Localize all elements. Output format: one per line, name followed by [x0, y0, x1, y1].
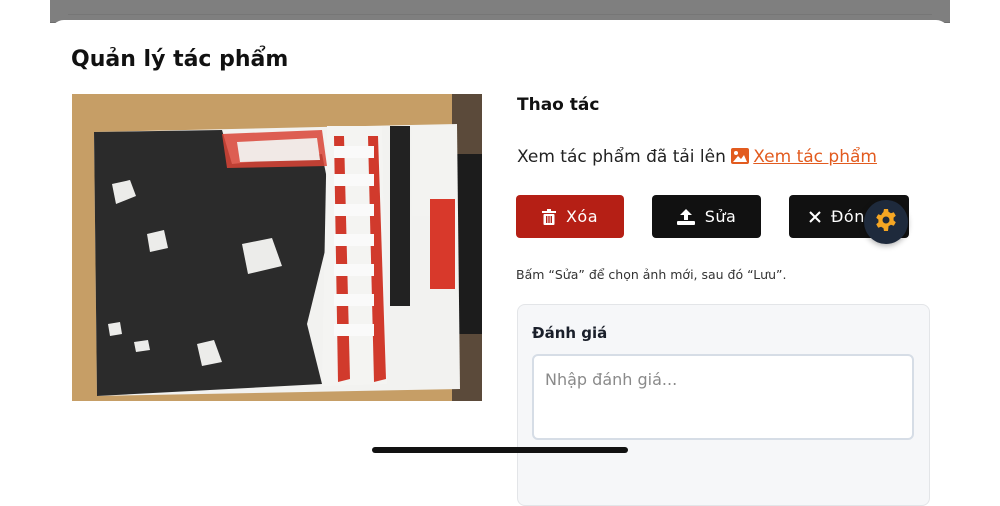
review-title: Đánh giá — [532, 324, 608, 342]
image-icon — [731, 148, 750, 169]
edit-button[interactable]: Sửa — [652, 195, 761, 238]
close-icon — [809, 210, 821, 223]
review-input[interactable] — [532, 354, 914, 440]
settings-fab[interactable] — [864, 200, 908, 244]
actions-heading: Thao tác — [517, 95, 600, 115]
edit-hint: Bấm “Sửa” để chọn ảnh mới, sau đó “Lưu”. — [516, 267, 787, 282]
gear-icon — [874, 208, 898, 236]
review-card: Đánh giá — [517, 304, 930, 506]
delete-button-label: Xóa — [565, 207, 599, 226]
artwork-management-modal: Quản lý tác phẩm Thao tác Xem tác phẩm đ… — [50, 20, 950, 506]
view-artwork-link-label: Xem tác phẩm — [753, 147, 877, 167]
view-artwork-line: Xem tác phẩm đã tải lên Xem tác phẩm — [517, 147, 877, 169]
home-indicator — [372, 447, 628, 453]
artwork-image — [72, 94, 482, 401]
delete-button[interactable]: Xóa — [516, 195, 624, 238]
upload-icon — [676, 208, 695, 225]
view-artwork-link[interactable]: Xem tác phẩm — [731, 147, 877, 167]
view-artwork-prefix: Xem tác phẩm đã tải lên — [517, 147, 726, 167]
edit-button-label: Sửa — [704, 207, 737, 226]
trash-icon — [541, 208, 556, 225]
modal-title: Quản lý tác phẩm — [71, 47, 289, 72]
